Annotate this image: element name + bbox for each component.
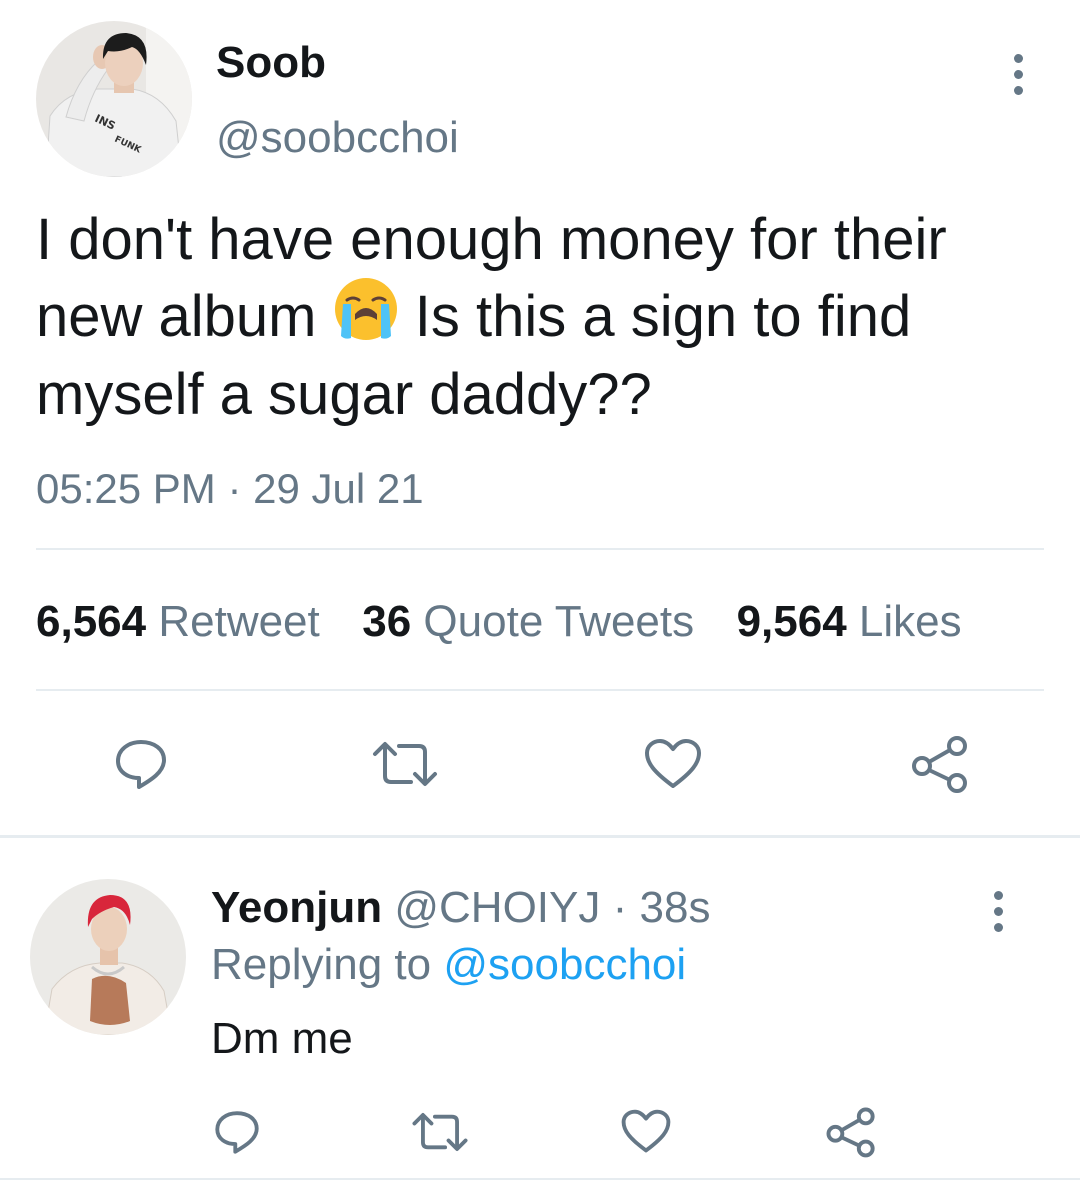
likes-count: 9,564 (736, 597, 847, 646)
loudly-crying-face-icon (333, 276, 399, 359)
reply-separator: · (612, 883, 628, 932)
reply-retweet-icon[interactable] (411, 1111, 469, 1153)
author-avatar[interactable]: INS FUNK (36, 21, 192, 177)
divider (36, 689, 1044, 691)
reply-text: Dm me (211, 1014, 353, 1063)
reply-header: Yeonjun @CHOIYJ · 38s (211, 883, 710, 933)
replying-to: Replying to @soobcchoi (211, 940, 686, 990)
quotes-label: Quote Tweets (423, 597, 695, 646)
tweet-time: 05:25 PM (36, 465, 216, 512)
retweets-count: 6,564 (36, 597, 147, 646)
quotes-stat[interactable]: 36 Quote Tweets (362, 597, 694, 646)
tweet-stats: 6,564 Retweet 36 Quote Tweets 9,564 Like… (36, 597, 962, 647)
more-options-icon[interactable] (1008, 54, 1028, 95)
tweet-date: 29 Jul 21 (253, 465, 424, 512)
likes-label: Likes (858, 597, 962, 646)
reply-author-handle[interactable]: @CHOIYJ (394, 883, 600, 932)
retweets-stat[interactable]: 6,564 Retweet (36, 597, 320, 646)
replying-to-handle[interactable]: @soobcchoi (443, 940, 686, 989)
reply-author-name[interactable]: Yeonjun (211, 883, 382, 932)
likes-stat[interactable]: 9,564 Likes (737, 597, 962, 646)
tweet-text: I don't have enough money for their new … (36, 204, 1036, 431)
retweet-icon[interactable] (371, 740, 439, 788)
reply-author-avatar[interactable] (30, 879, 186, 1035)
timestamp-separator: · (227, 465, 242, 512)
divider (36, 548, 1044, 550)
retweets-label: Retweet (158, 597, 320, 646)
like-icon[interactable] (644, 738, 702, 790)
tweet-timestamp[interactable]: 05:25 PM · 29 Jul 21 (36, 465, 424, 513)
reply-icon[interactable] (113, 736, 169, 792)
reply-like-icon[interactable] (621, 1109, 671, 1154)
reply-time[interactable]: 38s (640, 883, 711, 932)
reply-more-options-icon[interactable] (988, 891, 1008, 932)
section-divider (0, 835, 1080, 838)
author-handle[interactable]: @soobcchoi (216, 113, 459, 163)
share-icon[interactable] (910, 734, 970, 794)
reply-share-icon[interactable] (825, 1106, 877, 1158)
replying-to-label: Replying to (211, 940, 432, 989)
reply-reply-icon[interactable] (213, 1108, 261, 1156)
bottom-divider (0, 1178, 1080, 1180)
quotes-count: 36 (362, 597, 412, 646)
author-name[interactable]: Soob (216, 38, 326, 88)
